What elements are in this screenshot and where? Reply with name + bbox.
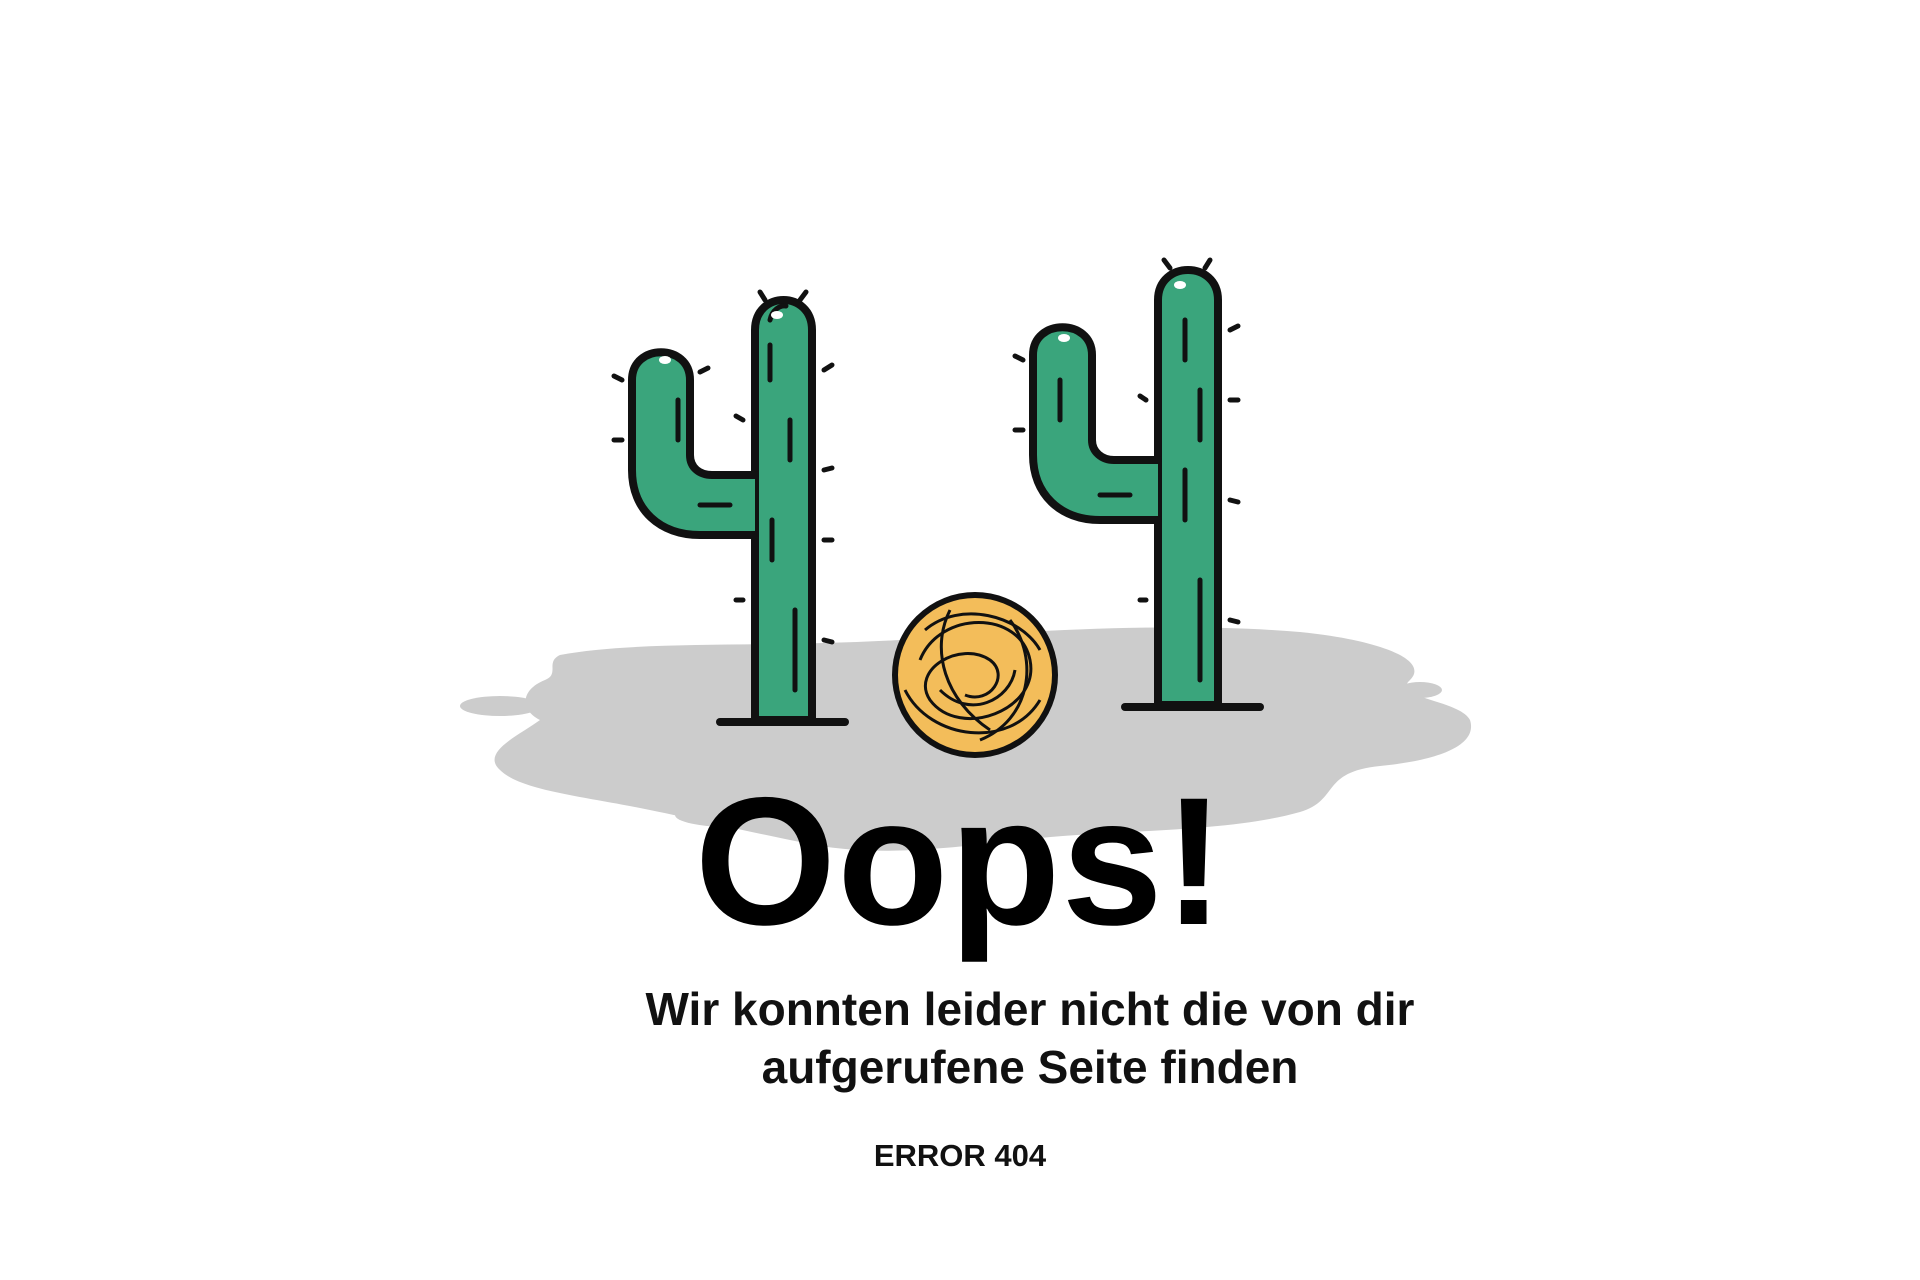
tumbleweed-icon — [892, 592, 1058, 758]
error-code: ERROR 404 — [873, 1138, 1047, 1173]
error-message: Wir konnten leider nicht die von dir auf… — [645, 983, 1415, 1093]
error-page: Oops! Wir konnten leider nicht die von d… — [0, 0, 1920, 1280]
page-title: Oops! — [694, 759, 1226, 963]
